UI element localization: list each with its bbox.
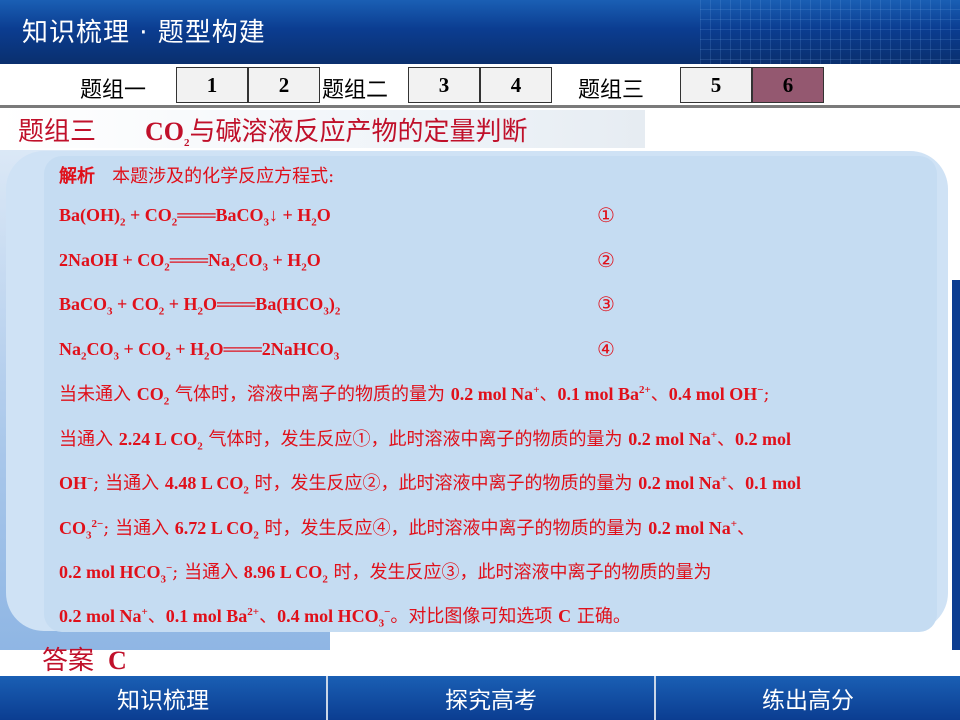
nav-divider	[0, 105, 960, 108]
nav-group-label-3: 题组三	[578, 78, 645, 103]
nav-item-1[interactable]: 1	[176, 67, 248, 103]
equation-1-marker: ①	[597, 203, 615, 227]
analysis-line-6: 0.2 mol Na+、0.1 mol Ba2+、0.4 mol HCO3−。对…	[59, 606, 631, 630]
equation-4: Na2CO3 + CO2 + H2O═══2NaHCO3	[59, 339, 340, 363]
nav-item-3[interactable]: 3	[408, 67, 480, 103]
equation-4-marker: ④	[597, 337, 615, 361]
footer-tab-practice[interactable]: 练出高分	[656, 676, 960, 720]
equation-1: Ba(OH)2 + CO2═══BaCO3↓ + H2O	[59, 205, 331, 229]
analysis-line-1: 当未通入 CO2 气体时，溶液中离子的物质的量为 0.2 mol Na+、0.1…	[59, 384, 770, 408]
footer-tab-explore[interactable]: 探究高考	[328, 676, 656, 720]
nav-item-4[interactable]: 4	[480, 67, 552, 103]
equation-3: BaCO3 + CO2 + H2O═══Ba(HCO3)2	[59, 294, 341, 318]
nav-item-2[interactable]: 2	[248, 67, 320, 103]
nav-item-5[interactable]: 5	[680, 67, 752, 103]
page-title: 知识梳理 · 题型构建	[22, 18, 266, 48]
section-label: 题组三	[18, 117, 97, 147]
analysis-line-3: OH−; 当通入 4.48 L CO2 时，发生反应②，此时溶液中离子的物质的量…	[59, 473, 802, 497]
nav-group-label-1: 题组一	[80, 78, 147, 103]
nav-group-label-2: 题组二	[322, 78, 389, 103]
nav-item-6[interactable]: 6	[752, 67, 824, 103]
analysis-line-2: 当通入 2.24 L CO2 气体时，发生反应①，此时溶液中离子的物质的量为 0…	[59, 429, 791, 453]
analysis-intro: 解析 本题涉及的化学反应方程式:	[59, 166, 335, 187]
answer: 答案 C	[42, 646, 127, 676]
header-grid-decoration	[700, 0, 960, 64]
equation-2: 2NaOH + CO2═══Na2CO3 + H2O	[59, 250, 321, 274]
analysis-line-5: 0.2 mol HCO3−; 当通入 8.96 L CO2 时，发生反应③，此时…	[59, 562, 712, 586]
equation-2-marker: ②	[597, 248, 615, 272]
section-title: CO2与碱溶液反应产物的定量判断	[145, 117, 528, 150]
footer-tab-knowledge[interactable]: 知识梳理	[0, 676, 328, 720]
analysis-line-4: CO32−; 当通入 6.72 L CO2 时，发生反应④，此时溶液中离子的物质…	[59, 518, 756, 542]
right-decoration	[952, 280, 960, 650]
equation-3-marker: ③	[597, 292, 615, 316]
